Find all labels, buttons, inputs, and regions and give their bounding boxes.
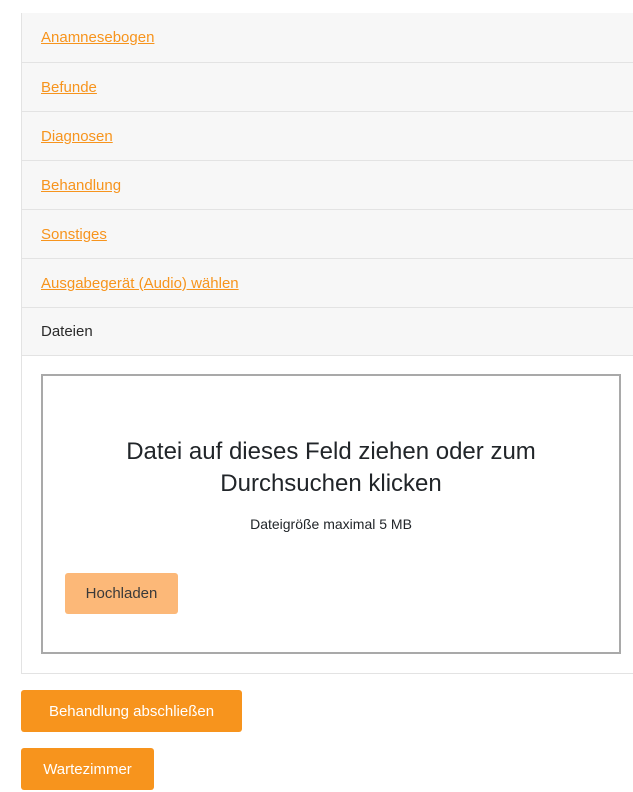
accordion-link-sonstiges[interactable]: Sonstiges [41, 226, 107, 243]
dropzone-max-size-text: Dateigröße maximal 5 MB [250, 516, 412, 532]
accordion-item-anamnesebogen[interactable]: Anamnesebogen [22, 13, 633, 62]
accordion-link-anamnesebogen[interactable]: Anamnesebogen [41, 29, 154, 46]
accordion-label-dateien[interactable]: Dateien [41, 323, 93, 340]
accordion-link-befunde[interactable]: Befunde [41, 79, 97, 96]
accordion-item-befunde[interactable]: Befunde [22, 62, 633, 111]
accordion-item-audio-device[interactable]: Ausgabegerät (Audio) wählen [22, 258, 633, 307]
accordion-item-sonstiges[interactable]: Sonstiges [22, 209, 633, 258]
files-panel: Datei auf dieses Feld ziehen oder zum Du… [22, 356, 633, 674]
finish-treatment-button[interactable]: Behandlung abschließen [21, 690, 242, 732]
patient-accordion: Anamnesebogen Befunde Diagnosen Behandlu… [21, 13, 633, 674]
accordion-link-diagnosen[interactable]: Diagnosen [41, 128, 113, 145]
accordion-item-dateien[interactable]: Dateien [22, 307, 633, 356]
waiting-room-button[interactable]: Wartezimmer [21, 748, 154, 790]
dropzone-title: Datei auf dieses Feld ziehen oder zum Du… [126, 438, 536, 497]
accordion-link-behandlung[interactable]: Behandlung [41, 177, 121, 194]
upload-button[interactable]: Hochladen [65, 573, 178, 614]
accordion-item-diagnosen[interactable]: Diagnosen [22, 111, 633, 160]
accordion-item-behandlung[interactable]: Behandlung [22, 160, 633, 209]
accordion-link-audio-device[interactable]: Ausgabegerät (Audio) wählen [41, 275, 239, 292]
file-dropzone[interactable]: Datei auf dieses Feld ziehen oder zum Du… [41, 374, 621, 654]
